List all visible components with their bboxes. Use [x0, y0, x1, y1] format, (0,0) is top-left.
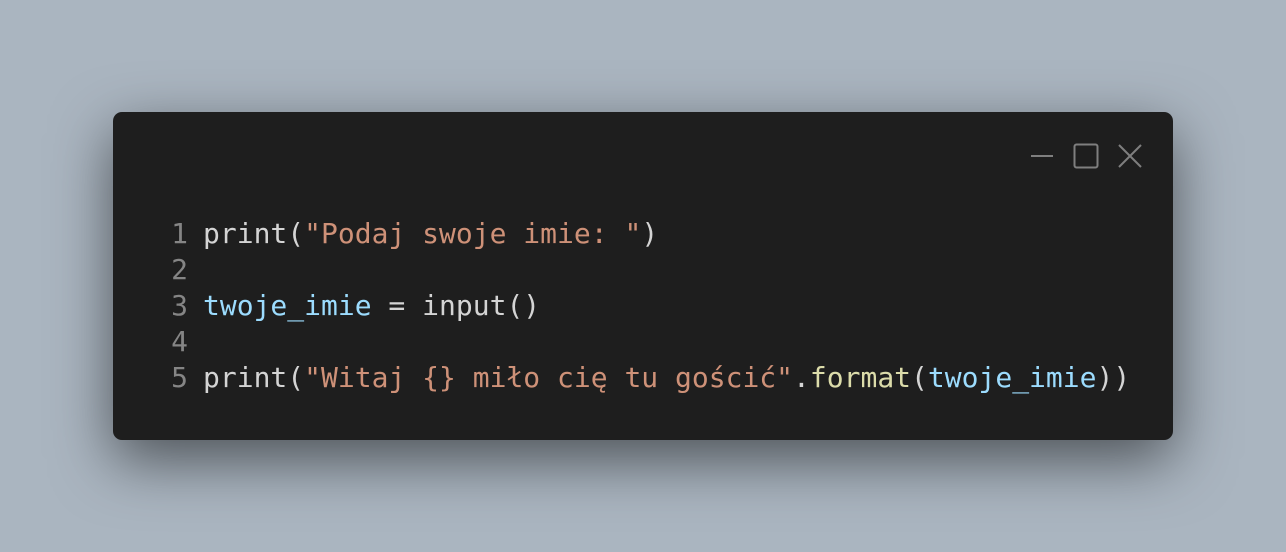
code-token-fn: = input(): [371, 289, 541, 322]
code-line: 1 print("Podaj swoje imie: "): [165, 216, 1130, 252]
code-token-fn: )): [1096, 361, 1131, 394]
code-line: 4: [165, 324, 1130, 360]
code-line: 5 print("Witaj {} miło cię tu gościć". for…: [165, 360, 1130, 396]
code-token-fn: (: [911, 361, 928, 394]
code-line: 3 twoje_imie = input(): [165, 288, 1130, 324]
code-window: 1 print("Podaj swoje imie: ") 2 3 twoje_imie…: [113, 112, 1173, 440]
code-block: 1 print("Podaj swoje imie: ") 2 3 twoje_imie…: [165, 216, 1130, 396]
code-token-str: "Witaj {} miło cię tu gościć": [304, 361, 794, 394]
maximize-icon[interactable]: [1073, 143, 1099, 169]
window-controls: [1029, 143, 1143, 169]
code-token-fn: ): [641, 217, 659, 250]
code-token-meth: format: [809, 361, 912, 394]
line-number: 5: [171, 361, 188, 394]
line-number: 1: [171, 217, 188, 250]
code-token-var: twoje_imie: [927, 361, 1097, 394]
close-icon[interactable]: [1117, 143, 1143, 169]
code-token-var: twoje_imie: [203, 289, 372, 322]
minimize-icon[interactable]: [1029, 143, 1055, 169]
code-line: 2: [165, 252, 1130, 288]
code-token-str: "Podaj swoje imie: ": [304, 217, 642, 250]
line-number: 2: [171, 253, 188, 286]
line-number: 4: [171, 325, 188, 358]
line-number: 3: [171, 289, 188, 322]
code-token-fn: .: [793, 361, 810, 394]
code-token-fn: print(: [203, 361, 305, 394]
code-token-fn: print(: [203, 217, 305, 250]
